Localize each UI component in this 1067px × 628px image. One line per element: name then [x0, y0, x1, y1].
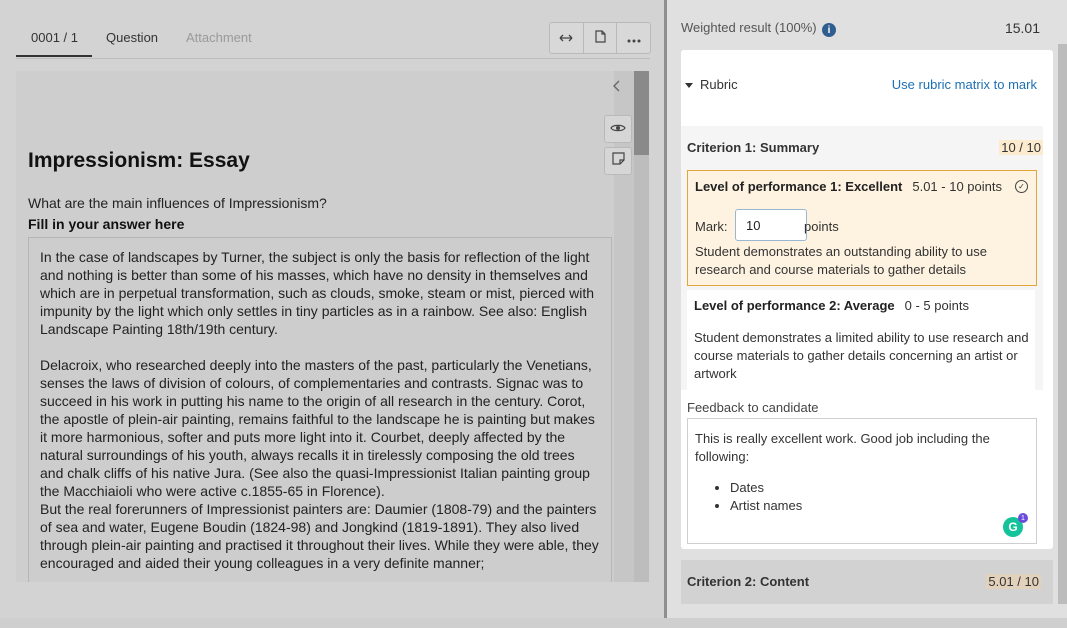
feedback-list: Dates Artist names: [714, 479, 802, 515]
document-viewer: Impressionism: Essay What are the main i…: [16, 71, 634, 582]
tab-attachment[interactable]: Attachment: [186, 30, 252, 45]
grammarly-count-badge: 1: [1018, 513, 1028, 523]
document-page: Impressionism: Essay What are the main i…: [16, 71, 614, 582]
answer-paragraph: But the real forerunners of Impressionis…: [40, 501, 599, 571]
weighted-result-label: Weighted result (100%): [681, 20, 817, 35]
answer-text: In the case of landscapes by Turner, the…: [29, 238, 611, 582]
more-options-button[interactable]: [617, 23, 650, 53]
level-title: Level of performance 2: Average 0 - 5 poi…: [694, 298, 969, 313]
info-icon[interactable]: i: [822, 23, 836, 37]
feedback-label: Feedback to candidate: [687, 400, 819, 415]
more-icon: [627, 31, 641, 46]
criterion-summary: Criterion 1: Summary 10 / 10 Level of pe…: [681, 126, 1043, 390]
feedback-editor[interactable]: This is really excellent work. Good job …: [687, 418, 1037, 544]
caret-down-icon: [685, 83, 693, 89]
performance-level-average[interactable]: Level of performance 2: Average 0 - 5 poi…: [687, 290, 1035, 390]
document-scrollbar[interactable]: [634, 71, 649, 582]
weighted-result-value: 15.01: [1004, 20, 1040, 36]
criterion-title: Criterion 1: Summary: [687, 140, 820, 155]
level-points: 0 - 5 points: [904, 298, 969, 313]
essay-question: What are the main influences of Impressi…: [28, 195, 327, 211]
collapse-panel-button[interactable]: [604, 75, 630, 101]
tab-question[interactable]: Question: [106, 30, 158, 45]
criterion-score: 10 / 10: [999, 140, 1043, 155]
criterion-content[interactable]: Criterion 2: Content 5.01 / 10: [681, 560, 1053, 604]
level-name: Level of performance 2: Average: [694, 298, 895, 313]
rubric-toggle-label: Rubric: [700, 77, 738, 92]
answer-paragraph: In the case of landscapes by Turner, the…: [40, 249, 595, 337]
rubric-toggle[interactable]: Rubric: [685, 77, 738, 92]
criterion-score: 5.01 / 10: [986, 574, 1041, 589]
horizontal-scrollbar[interactable]: [0, 618, 1067, 628]
level-description: Student demonstrates a limited ability t…: [694, 330, 1029, 381]
rubric-matrix-link[interactable]: Use rubric matrix to mark: [892, 77, 1037, 92]
tab-candidate[interactable]: 0001 / 1: [31, 30, 78, 45]
level-points: 5.01 - 10 points: [912, 179, 1002, 194]
answer-text-box[interactable]: In the case of landscapes by Turner, the…: [28, 237, 612, 582]
answer-paragraph: Delacroix, who researched deeply into th…: [40, 357, 595, 499]
note-icon: [611, 152, 625, 170]
question-pane: 0001 / 1 Question Attachment Impressioni…: [0, 0, 664, 628]
mark-input[interactable]: [735, 209, 807, 241]
marking-scrollbar[interactable]: [1058, 44, 1067, 604]
annotate-button[interactable]: [604, 147, 632, 175]
performance-level-excellent[interactable]: Level of performance 1: Excellent 5.01 - …: [687, 170, 1037, 286]
feedback-list-item: Artist names: [730, 497, 802, 515]
level-name: Level of performance 1: Excellent: [695, 179, 903, 194]
feedback-list-item: Dates: [730, 479, 802, 497]
essay-title: Impressionism: Essay: [28, 149, 250, 172]
chevron-left-icon: [613, 79, 621, 97]
feedback-text: This is really excellent work. Good job …: [695, 431, 990, 464]
eye-icon: [610, 120, 626, 138]
document-scrollbar-thumb[interactable]: [634, 71, 649, 155]
level-title: Level of performance 1: Excellent 5.01 - …: [695, 179, 1002, 194]
active-tab-indicator: [16, 55, 92, 57]
mark-unit: points: [804, 219, 839, 234]
expand-horizontal-button[interactable]: [550, 23, 584, 53]
rubric-panel: Rubric Use rubric matrix to mark Criteri…: [681, 50, 1053, 549]
view-toolbar: [549, 22, 651, 54]
marking-pane: Weighted result (100%) i 15.01 Rubric Us…: [667, 0, 1067, 628]
level-description: Student demonstrates an outstanding abil…: [695, 244, 987, 277]
selected-check-icon: ✓: [1015, 180, 1028, 193]
document-icon: [594, 30, 606, 46]
answer-label: Fill in your answer here: [28, 216, 185, 232]
criterion-title: Criterion 2: Content: [687, 574, 810, 589]
mark-label: Mark:: [695, 219, 728, 234]
expand-horizontal-icon: [559, 31, 573, 46]
preview-button[interactable]: [604, 115, 632, 143]
document-button[interactable]: [584, 23, 618, 53]
